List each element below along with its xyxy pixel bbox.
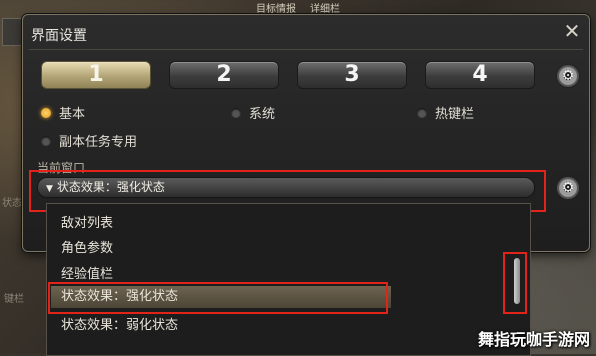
radio-basic[interactable]: 基本 bbox=[41, 103, 85, 122]
radio-label: 副本任务专用 bbox=[59, 135, 138, 150]
bg-status-label: 状态 bbox=[2, 198, 22, 209]
radio-duty-only[interactable]: 副本任务专用 bbox=[41, 131, 137, 150]
radio-off-icon bbox=[417, 107, 427, 118]
tab-4[interactable]: 4 bbox=[425, 61, 535, 89]
highlight-box bbox=[48, 282, 388, 314]
divider bbox=[29, 49, 583, 50]
gear-icon[interactable]: ⚙ bbox=[556, 64, 580, 88]
tab-2[interactable]: 2 bbox=[169, 61, 279, 89]
radio-hotbar[interactable]: 热键栏 bbox=[417, 103, 474, 122]
dropdown-list: 敌对列表 角色参数 经验值栏 状态效果：强化状态 状态效果：弱化状态 bbox=[46, 203, 531, 356]
radio-system[interactable]: 系统 bbox=[231, 103, 275, 122]
highlight-box bbox=[503, 252, 527, 314]
close-icon[interactable]: ✕ bbox=[561, 20, 583, 42]
radio-label: 系统 bbox=[249, 107, 276, 122]
radio-label: 基本 bbox=[59, 107, 86, 122]
window-title: 界面设置 bbox=[31, 28, 87, 44]
radio-on-icon bbox=[41, 107, 51, 118]
radio-off-icon bbox=[231, 107, 241, 118]
list-item[interactable]: 敌对列表 bbox=[61, 212, 113, 231]
tab-1[interactable]: 1 bbox=[41, 61, 151, 89]
tab-3[interactable]: 3 bbox=[297, 61, 407, 89]
bg-hotbar-label: 键栏 bbox=[4, 294, 24, 305]
radio-off-icon bbox=[41, 135, 51, 146]
list-item[interactable]: 状态效果：弱化状态 bbox=[61, 314, 178, 333]
bg-target-info: 目标情报 bbox=[256, 4, 296, 15]
list-item[interactable]: 角色参数 bbox=[61, 237, 113, 256]
list-item[interactable]: 经验值栏 bbox=[61, 263, 113, 282]
gear-icon[interactable]: ⚙ bbox=[556, 176, 580, 200]
watermark: 舞指玩咖手游网 bbox=[477, 330, 590, 349]
bg-detail-bar: 详细栏 bbox=[310, 4, 340, 15]
radio-label: 热键栏 bbox=[435, 107, 475, 122]
